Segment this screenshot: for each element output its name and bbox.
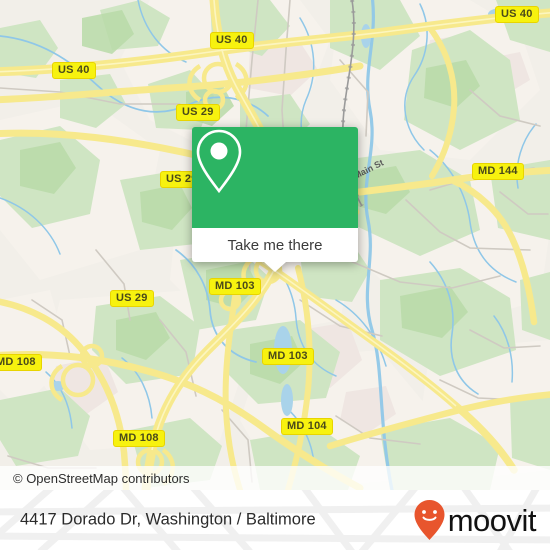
moovit-wordmark: moovit	[447, 502, 537, 538]
osm-attribution-text[interactable]: © OpenStreetMap contributors	[0, 471, 190, 486]
popup-pointer	[264, 262, 286, 272]
road-shield-md-103-a: MD 103	[209, 278, 261, 295]
take-me-there-button[interactable]: Take me there	[192, 228, 358, 262]
address-label: 4417 Dorado Dr, Washington / Baltimore	[20, 510, 316, 529]
road-shield-md-108-a: MD 108	[0, 354, 42, 371]
location-popup-card[interactable]: Take me there	[192, 127, 358, 272]
road-shield-md-103-b: MD 103	[262, 348, 314, 365]
road-shield-md-144: MD 144	[472, 163, 524, 180]
road-shield-us-29-a: US 29	[176, 104, 220, 121]
map-pin-icon	[196, 129, 242, 194]
moovit-map-screenshot: US 40 US 40 US 40 US 29 MD 144 US 29 MD …	[0, 0, 550, 550]
map-attribution-bar: © OpenStreetMap contributors	[0, 466, 550, 490]
take-me-there-label: Take me there	[227, 236, 323, 254]
moovit-smiley-pin-icon	[414, 500, 445, 540]
road-shield-md-108-b: MD 108	[113, 430, 165, 447]
road-shield-us-29-c: US 29	[110, 290, 154, 307]
road-shield-md-104: MD 104	[281, 418, 333, 435]
road-shield-us-40-a: US 40	[495, 6, 539, 23]
moovit-logo[interactable]: moovit	[413, 499, 537, 541]
map-canvas[interactable]: US 40 US 40 US 40 US 29 MD 144 US 29 MD …	[0, 0, 550, 490]
road-shield-us-40-b: US 40	[210, 32, 254, 49]
popup-header	[192, 127, 358, 228]
footer-bar: 4417 Dorado Dr, Washington / Baltimore m…	[0, 490, 550, 550]
road-shield-us-40-c: US 40	[52, 62, 96, 79]
